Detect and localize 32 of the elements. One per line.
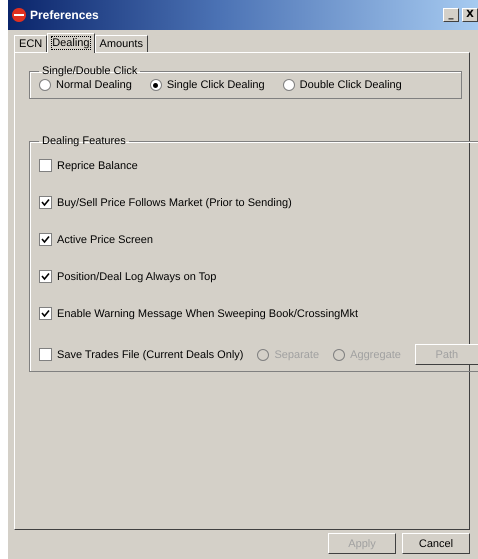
checkbox[interactable]: [39, 307, 52, 320]
tab[interactable]: Dealing: [47, 33, 95, 53]
checkmark-icon: [41, 272, 50, 281]
radio-label[interactable]: Normal Dealing: [56, 79, 132, 91]
checkbox[interactable]: [39, 348, 52, 361]
checkbox[interactable]: [39, 233, 52, 246]
checkbox[interactable]: [39, 270, 52, 283]
group-title: Dealing Features: [41, 135, 127, 147]
app-logo-icon: [11, 7, 27, 23]
tab[interactable]: ECN: [14, 35, 48, 52]
radio-button[interactable]: [39, 79, 51, 91]
radio-label[interactable]: Single Click Dealing: [166, 79, 265, 91]
window-title: Preferences: [30, 8, 100, 22]
minimize-button[interactable]: _: [443, 8, 459, 22]
checkmark-icon: [41, 235, 50, 244]
checkbox-label[interactable]: Reprice Balance: [57, 160, 138, 172]
checkbox[interactable]: [39, 196, 52, 209]
checkbox-label[interactable]: Active Price Screen: [57, 234, 153, 246]
checkbox-label[interactable]: Enable Warning Message When Sweeping Book/CrossingMkt: [57, 308, 358, 320]
cancel-button[interactable]: Cancel: [402, 533, 470, 554]
radio-button[interactable]: [282, 79, 295, 91]
tab[interactable]: Amounts: [94, 35, 148, 52]
close-button[interactable]: X: [462, 8, 478, 22]
checkbox[interactable]: [39, 159, 52, 172]
checkbox-label[interactable]: Position/Deal Log Always on Top: [57, 270, 216, 282]
group-title: Single/Double Click: [41, 65, 138, 77]
checkmark-icon: [41, 309, 50, 318]
radio-button[interactable]: [150, 79, 162, 91]
checkmark-icon: [41, 198, 50, 207]
checkbox-label[interactable]: Save Trades File (Current Deals Only): [57, 348, 244, 360]
radio-label[interactable]: Double Click Dealing: [300, 79, 402, 91]
checkbox-label[interactable]: Buy/Sell Price Follows Market (Prior to Sending): [57, 196, 292, 208]
